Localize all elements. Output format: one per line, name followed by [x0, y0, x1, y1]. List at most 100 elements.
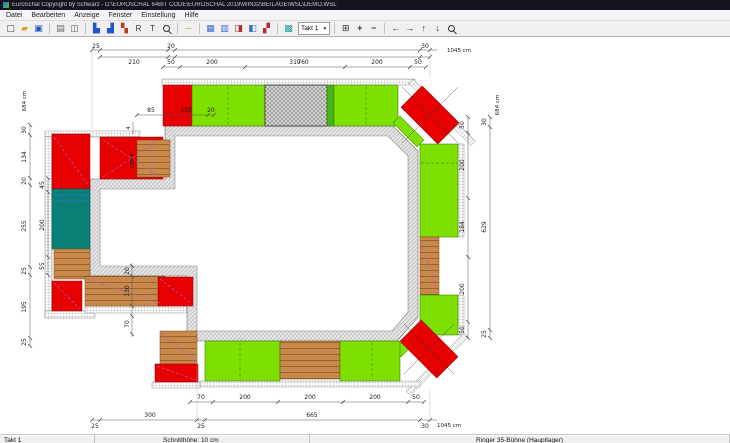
menu-anzeige[interactable]: Anzeige — [74, 12, 99, 19]
dim-label: 20 — [21, 177, 28, 185]
panel-red[interactable] — [163, 85, 192, 126]
chevron-down-icon: ▼ — [322, 26, 327, 32]
pan-up-icon[interactable]: ↑ — [417, 22, 430, 35]
panel-wood[interactable] — [54, 249, 90, 279]
save-icon[interactable]: ▣ — [32, 22, 45, 35]
panel-green[interactable] — [420, 144, 458, 237]
menu-fenster[interactable]: Fenster — [109, 12, 133, 19]
panel-wood[interactable] — [420, 237, 439, 295]
dim-label: 665 — [306, 412, 318, 419]
pan-right-icon[interactable]: → — [403, 22, 416, 35]
dim-label: 158.8 — [130, 153, 136, 169]
dim-label: 50 — [414, 59, 422, 66]
menu-hilfe[interactable]: Hilfe — [184, 12, 198, 19]
dim-label: 25 — [92, 43, 100, 50]
dim-label: 30 — [481, 118, 488, 126]
panel-red[interactable] — [158, 277, 193, 306]
formwork-icon-5[interactable]: ▞ — [260, 22, 273, 35]
search-icon[interactable] — [445, 22, 458, 35]
dim-unit-label: 684 cm — [495, 95, 501, 116]
dim-label: 25 — [481, 330, 488, 338]
takt-dropdown-label: Takt 1 — [301, 25, 318, 32]
print-icon[interactable]: ▤ — [54, 22, 67, 35]
dim-label: 20 — [207, 107, 215, 114]
dim-unit-label: 684 cm — [22, 91, 28, 112]
dim-label: 70 — [197, 394, 205, 401]
zoom-out-icon[interactable]: − — [367, 22, 380, 35]
new-icon[interactable]: ▢ — [4, 22, 17, 35]
formwork-icon-2[interactable]: ▥ — [218, 22, 231, 35]
toolbar-separator — [85, 23, 86, 34]
panel-colors-icon[interactable]: ▚ — [118, 22, 131, 35]
print-preview-icon[interactable]: ◫ — [68, 22, 81, 35]
status-schnitthoehe: Schnitthöhe: 10 cm — [95, 435, 310, 443]
dim-label: 200 — [39, 219, 46, 231]
zoom-tool-icon[interactable] — [160, 22, 173, 35]
panel-darkgreen[interactable] — [327, 85, 334, 126]
panel-wood[interactable] — [280, 341, 340, 379]
dim-label: 130 — [124, 285, 131, 297]
dim-label: 134 — [21, 151, 28, 163]
drawing-canvas[interactable]: 25 210 20 760 30 1045 cm 50 200 310 200 … — [0, 37, 730, 434]
pan-left-icon[interactable]: ← — [389, 22, 402, 35]
menu-einstellung[interactable]: Einstellung — [141, 12, 175, 19]
bars-icon[interactable]: ▟ — [104, 22, 117, 35]
dim-label: 20 — [124, 267, 131, 275]
dim-unit-label: 1045 cm — [447, 48, 471, 54]
menu-datei[interactable]: Datei — [6, 12, 22, 19]
toolbar-separator — [334, 23, 335, 34]
dim-label: 200 — [371, 59, 383, 66]
dim-label: 30 — [421, 43, 429, 50]
dim-label: 70 — [124, 320, 131, 328]
toolbar-separator — [49, 23, 50, 34]
toolbar-separator — [199, 23, 200, 34]
panel-green[interactable] — [192, 85, 265, 126]
takt-colors-icon[interactable]: ▩ — [282, 22, 295, 35]
dim-label: 255 — [21, 220, 28, 232]
dim-label: 300 — [144, 412, 156, 419]
pan-down-icon[interactable]: ↓ — [431, 22, 444, 35]
dim-label: 200 — [239, 394, 251, 401]
panel-red[interactable] — [52, 281, 82, 311]
zoom-in-icon[interactable]: + — [353, 22, 366, 35]
dim-label: 50 — [459, 326, 466, 334]
dim-label: 4 — [126, 126, 132, 129]
menu-bearbeiten[interactable]: Bearbeiten — [31, 12, 65, 19]
titlebar: EuroSchal Copyright by Schwarz - D:\EURO… — [0, 0, 730, 10]
wall-tool-icon[interactable]: ─ — [182, 22, 195, 35]
view-t-icon[interactable]: T — [146, 22, 159, 35]
takt-dropdown[interactable]: Takt 1 ▼ — [298, 22, 330, 35]
view-r-icon[interactable]: R — [132, 22, 145, 35]
application-window: EuroSchal Copyright by Schwarz - D:\EURO… — [0, 0, 730, 443]
blockout-hatch[interactable] — [265, 85, 327, 126]
dim-label: 85 — [147, 107, 155, 114]
dim-label: 200 — [459, 283, 466, 295]
zoom-fit-icon[interactable]: ⊞ — [339, 22, 352, 35]
open-icon[interactable]: ▰ — [18, 22, 31, 35]
dim-label: 55 — [39, 262, 46, 270]
panel-teal[interactable] — [52, 189, 90, 249]
formwork-icon-3[interactable]: ◨ — [232, 22, 245, 35]
dim-label: 25 — [21, 267, 28, 275]
dim-label: 20 — [167, 43, 175, 50]
dim-label: 200 — [459, 159, 466, 171]
statusbar: Takt 1 Schnitthöhe: 10 cm Ringer 35-Bühn… — [0, 434, 730, 443]
formwork-icon-4[interactable]: ◧ — [246, 22, 259, 35]
dim-label: 200 — [206, 59, 218, 66]
formwork-icon-1[interactable]: ▦ — [204, 22, 217, 35]
chart-icon[interactable]: ▙ — [90, 22, 103, 35]
status-takt: Takt 1 — [0, 435, 95, 443]
dim-label: 310 — [289, 59, 301, 66]
dim-unit-label: 1045 cm — [437, 423, 461, 429]
panel-green[interactable] — [340, 341, 400, 381]
dim-label: 195 — [21, 301, 28, 313]
menubar: Datei Bearbeiten Anzeige Fenster Einstel… — [0, 10, 730, 21]
stair-formwork-wood[interactable] — [137, 140, 170, 177]
dim-label: 25 — [197, 423, 205, 430]
panel-green[interactable] — [205, 341, 280, 381]
dim-label: 45 — [39, 181, 46, 189]
dim-label: 25 — [91, 423, 99, 430]
toolbar-separator — [384, 23, 385, 34]
dim-label: 50 — [412, 394, 420, 401]
dim-label: 30 — [21, 126, 28, 134]
